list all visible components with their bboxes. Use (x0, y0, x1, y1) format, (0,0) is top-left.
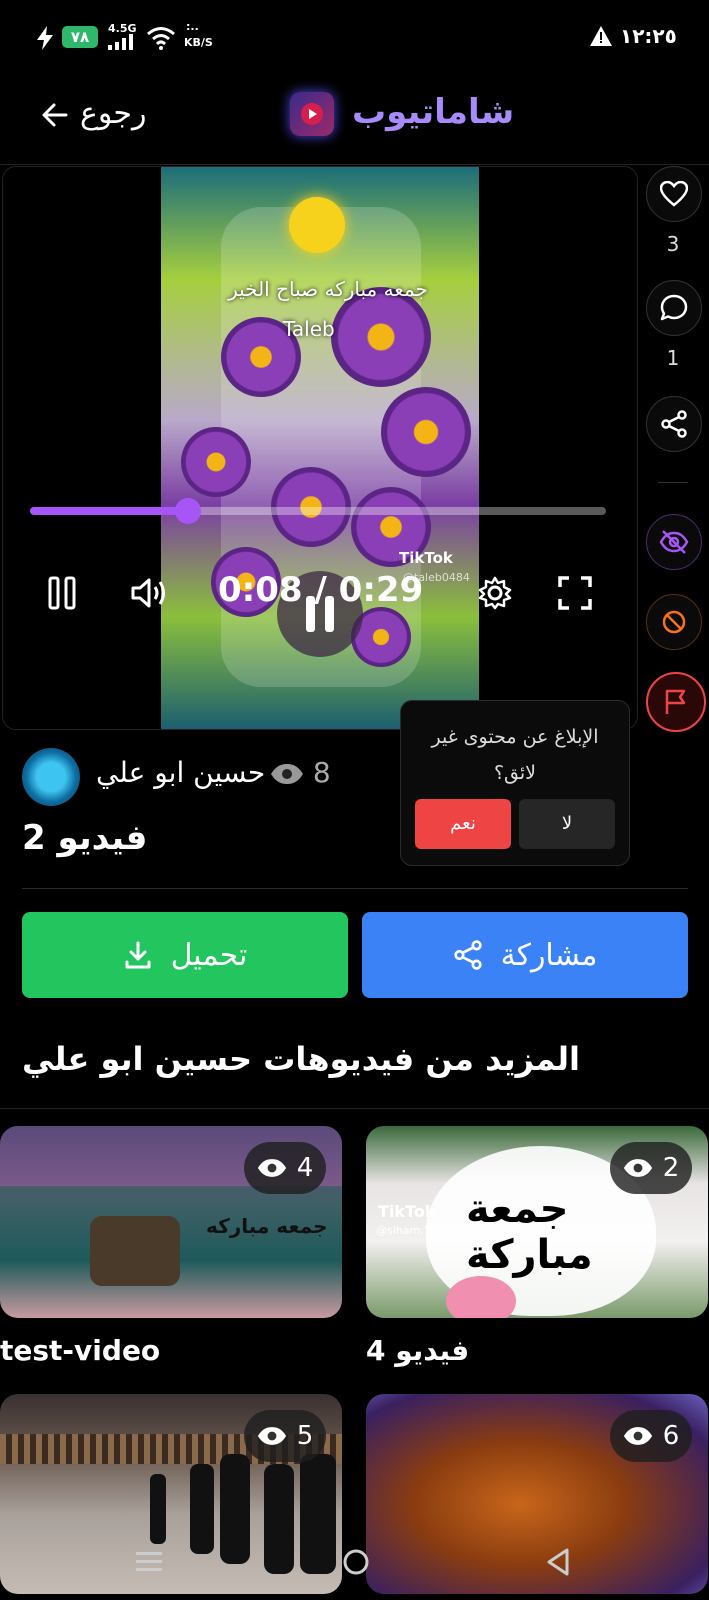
net-speed-value: :.. (186, 20, 199, 33)
play-logo-icon (301, 103, 323, 125)
eye-off-icon (659, 530, 689, 554)
card-views: 2 (662, 1153, 680, 1183)
report-yes-button[interactable]: نعم (415, 799, 511, 849)
back-label: رجوع (80, 96, 147, 131)
video-card[interactable]: جمعة مباركة TikTok @siham.1234560 2 (366, 1126, 708, 1318)
fullscreen-icon[interactable] (558, 576, 592, 610)
tiktok-watermark: TikTok (378, 1202, 436, 1221)
system-nav-bar (0, 1540, 709, 1600)
volume-icon[interactable] (130, 576, 170, 610)
pause-icon[interactable] (48, 576, 76, 610)
author-avatar[interactable] (22, 748, 80, 806)
report-no-button[interactable]: لا (519, 799, 615, 849)
view-count: 8 (270, 756, 331, 789)
tiktok-watermark: TikTok (399, 549, 453, 567)
eye-icon (623, 1427, 652, 1445)
heart-icon (660, 181, 688, 207)
card-view-pill: 5 (244, 1410, 326, 1462)
video-card[interactable]: جمعه مباركه 4 (0, 1126, 342, 1318)
comment-count: 1 (666, 346, 680, 370)
share-button[interactable]: مشاركة (362, 912, 688, 998)
more-videos-title: المزيد من فيديوهات حسين ابو علي (22, 1040, 580, 1078)
download-button[interactable]: تحميل (22, 912, 348, 998)
video-overlay-text: جمعه مباركه صباح الخير (228, 277, 428, 301)
app-logo (290, 92, 334, 136)
view-count-value: 8 (312, 756, 331, 789)
side-divider (658, 482, 688, 483)
status-bar: ٧٨ 4.5G :.. KB/S ١٢:٢٥ (0, 0, 709, 72)
share-icon (661, 410, 687, 438)
header-divider (0, 164, 709, 165)
report-button[interactable] (646, 672, 706, 732)
share-icon (453, 940, 482, 970)
menu-icon[interactable] (136, 1550, 162, 1574)
card-views: 5 (296, 1421, 314, 1451)
card-view-pill: 4 (244, 1142, 326, 1194)
card-overlay-text: جمعة مباركة (466, 1186, 593, 1278)
app-title: شاماتيوب (352, 92, 515, 132)
eye-icon (257, 1159, 286, 1177)
block-button[interactable] (646, 594, 702, 650)
flag-icon (665, 689, 686, 714)
report-question: الإبلاغ عن محتوى غير لائق؟ (431, 726, 599, 784)
download-icon (125, 941, 151, 969)
share-side-button[interactable] (646, 396, 702, 452)
back-nav-icon[interactable] (546, 1548, 570, 1576)
hide-button[interactable] (646, 514, 702, 570)
video-player[interactable]: جمعه مباركه صباح الخير Taleb TikTok @tal… (2, 166, 638, 730)
battery-level: ٧٨ (62, 26, 98, 48)
video-title: فيديو 2 (22, 818, 148, 858)
share-label: مشاركة (500, 937, 598, 973)
comment-icon (660, 294, 688, 321)
signal-icon (108, 34, 133, 50)
playback-time: 0:08 / 0:29 (218, 570, 424, 610)
comment-button[interactable] (646, 280, 702, 336)
settings-icon[interactable] (478, 576, 512, 610)
card-view-pill: 2 (610, 1142, 692, 1194)
wifi-icon (147, 27, 175, 50)
seek-bar-progress (30, 507, 189, 515)
download-label: تحميل (170, 937, 248, 973)
card-title[interactable]: فيديو 4 (366, 1334, 469, 1367)
warning-icon (590, 26, 612, 46)
eye-icon (257, 1427, 286, 1445)
arrow-left-icon (42, 103, 68, 127)
card-view-pill: 6 (610, 1410, 692, 1462)
like-count: 3 (666, 232, 680, 256)
author-name[interactable]: حسين ابو علي (96, 756, 265, 789)
net-speed-unit: KB/S (184, 36, 213, 49)
clock: ١٢:٢٥ (620, 24, 677, 48)
home-icon[interactable] (342, 1548, 370, 1576)
card-views: 4 (296, 1153, 314, 1183)
like-button[interactable] (646, 166, 702, 222)
charging-icon (37, 26, 53, 50)
card-title[interactable]: test-video (0, 1334, 160, 1367)
back-button[interactable]: رجوع (36, 96, 156, 140)
tiktok-handle: @siham.1234560 (376, 1224, 473, 1237)
info-divider (22, 888, 688, 889)
report-dialog: الإبلاغ عن محتوى غير لائق؟ لا نعم (400, 700, 630, 866)
card-overlay-text: جمعه مباركه (206, 1214, 328, 1238)
more-divider (0, 1108, 709, 1109)
video-overlay-name: Taleb (283, 317, 335, 341)
block-icon (662, 610, 686, 634)
eye-icon (623, 1159, 652, 1177)
card-views: 6 (662, 1421, 680, 1451)
eye-icon (271, 764, 303, 784)
